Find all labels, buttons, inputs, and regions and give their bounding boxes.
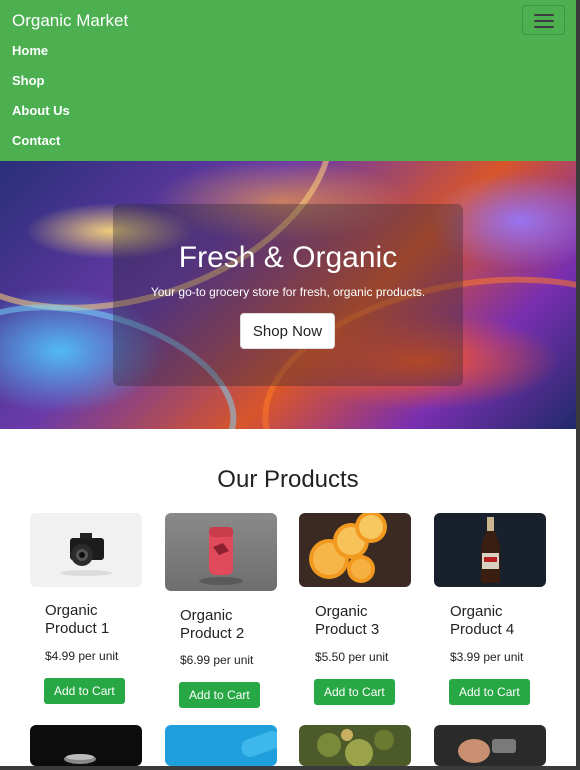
add-to-cart-button[interactable]: Add to Cart: [449, 679, 530, 705]
hamburger-icon-bar: [534, 26, 554, 28]
scrollbar[interactable]: [576, 0, 580, 770]
product-image-camera[interactable]: [30, 513, 142, 587]
add-to-cart-button[interactable]: Add to Cart: [314, 679, 395, 705]
nav-item-home[interactable]: Home: [12, 43, 48, 58]
hero-subtitle: Your go-to grocery store for fresh, orga…: [150, 285, 426, 299]
product-image-oranges[interactable]: [299, 513, 411, 587]
product-image-dark-object[interactable]: [30, 725, 142, 766]
product-name: Organic Product 2: [180, 607, 245, 642]
dark-object-icon: [64, 754, 96, 764]
product-price: $6.99 per unit: [180, 653, 254, 667]
product-image-blue-object[interactable]: [165, 725, 277, 766]
product-name: Organic Product 4: [450, 603, 515, 638]
products-section-title: Our Products: [217, 466, 359, 493]
hand-watch-icon: [458, 739, 516, 763]
hamburger-icon-bar: [534, 20, 554, 22]
nav-item-about-us[interactable]: About Us: [12, 103, 70, 118]
lighter-icon: [199, 527, 243, 585]
hero-title: Fresh & Organic: [178, 241, 398, 274]
orange-slices-icon: [309, 513, 387, 583]
plant-icon: [317, 729, 394, 766]
hamburger-icon: [534, 14, 554, 16]
product-name: Organic Product 3: [315, 603, 380, 638]
product-price: $4.99 per unit: [45, 649, 119, 663]
blue-object-icon: [241, 730, 277, 758]
product-name: Organic Product 1: [45, 602, 110, 637]
product-image-plant[interactable]: [299, 725, 411, 766]
hero-banner: Fresh & Organic Your go-to grocery store…: [0, 161, 576, 429]
window-bottom-edge: [0, 766, 580, 770]
add-to-cart-button[interactable]: Add to Cart: [44, 678, 125, 704]
product-image-hand-watch[interactable]: [434, 725, 546, 766]
product-image-lighter[interactable]: [165, 513, 277, 591]
add-to-cart-button[interactable]: Add to Cart: [179, 682, 260, 708]
product-price: $5.50 per unit: [315, 650, 389, 664]
shop-now-button[interactable]: Shop Now: [240, 313, 335, 349]
navbar: Organic Market Home Shop About Us Contac…: [0, 0, 576, 161]
bottle-icon: [481, 517, 500, 583]
menu-toggle-button[interactable]: [522, 5, 565, 35]
product-price: $3.99 per unit: [450, 650, 524, 664]
brand-logo[interactable]: Organic Market: [12, 11, 128, 31]
product-image-bottle[interactable]: [434, 513, 546, 587]
nav-item-contact[interactable]: Contact: [12, 133, 60, 148]
nav-item-shop[interactable]: Shop: [12, 73, 45, 88]
camera-icon: [60, 533, 112, 576]
